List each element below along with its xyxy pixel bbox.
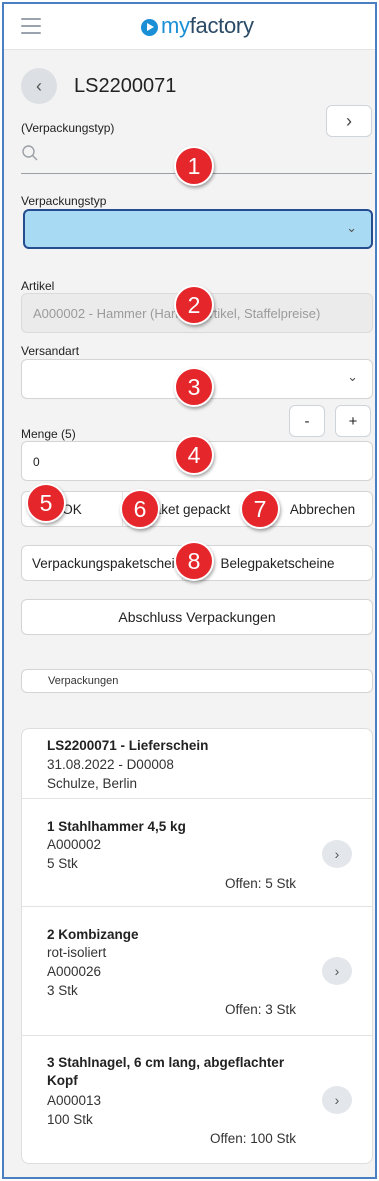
item-quantity: 5 Stk — [47, 856, 78, 871]
item-open: Offen: 5 Stk — [224, 876, 296, 891]
document-header: LS2200071 - Lieferschein 31.08.2022 - D0… — [22, 729, 372, 799]
list-item[interactable]: 3 Stahlnagel, 6 cm lang, abgeflachter Ko… — [22, 1036, 372, 1163]
callout-marker-2: 2 — [174, 285, 214, 325]
callout-marker-3: 3 — [174, 367, 214, 407]
logo-text: myfactory — [161, 13, 254, 38]
top-bar: myfactory — [4, 4, 375, 50]
item-title: 3 Stahlnagel, 6 cm lang, abgeflachter Ko… — [47, 1055, 285, 1088]
list-item[interactable]: 1 Stahlhammer 4,5 kg A000002 5 Stk Offen… — [22, 799, 372, 907]
app-logo: myfactory — [141, 13, 254, 39]
item-quantity: 3 Stk — [47, 983, 78, 998]
callout-marker-5: 5 — [26, 483, 66, 523]
quantity-label: Menge (5) — [21, 427, 76, 441]
article-label: Artikel — [21, 279, 55, 293]
list-item[interactable]: 2 Kombizange rot-isoliert A000026 3 Stk … — [22, 907, 372, 1036]
play-icon — [141, 19, 158, 36]
item-open: Offen: 3 Stk — [224, 1002, 296, 1017]
search-icon — [22, 145, 38, 161]
chevron-left-icon: ‹ — [36, 75, 42, 96]
packaging-section-header[interactable]: Verpackungen — [21, 669, 373, 693]
callout-marker-8: 8 — [174, 541, 214, 581]
back-button[interactable]: ‹ — [21, 68, 57, 104]
chevron-right-icon[interactable]: › — [322, 957, 352, 985]
document-customer: Schulze, Berlin — [47, 776, 138, 791]
hamburger-icon[interactable] — [21, 18, 41, 34]
item-quantity: 100 Stk — [47, 1112, 93, 1127]
decrement-button[interactable]: - — [289, 405, 325, 437]
callout-marker-1: 1 — [174, 146, 214, 186]
item-open: Offen: 100 Stk — [209, 1131, 296, 1146]
item-title: 2 Kombizange — [47, 927, 139, 942]
item-title: 1 Stahlhammer 4,5 kg — [47, 819, 186, 834]
chevron-right-icon[interactable]: › — [322, 840, 352, 868]
document-date: 31.08.2022 - D00008 — [47, 757, 174, 772]
item-article: A000013 — [47, 1093, 102, 1108]
shipping-label: Versandart — [21, 344, 80, 358]
chevron-right-icon[interactable]: › — [322, 1086, 352, 1114]
callout-marker-7: 7 — [240, 489, 280, 529]
action-button-group: OK Paket gepackt Abbrechen — [21, 491, 373, 527]
item-variant: rot-isoliert — [47, 945, 107, 960]
packaging-type-select[interactable]: ⌄ — [23, 209, 373, 249]
app-frame: myfactory ‹ LS2200071 › (Verpackungstyp)… — [2, 2, 377, 1179]
callout-marker-6: 6 — [120, 489, 160, 529]
increment-button[interactable]: + — [335, 405, 371, 437]
finish-packaging-button[interactable]: Abschluss Verpackungen — [21, 599, 373, 635]
chevron-right-icon: › — [346, 110, 352, 131]
chevron-down-icon: ⌄ — [347, 369, 358, 384]
packaging-slips-button[interactable]: Verpackungspaketscheine — [22, 546, 182, 580]
callout-marker-4: 4 — [174, 435, 214, 475]
search-label: (Verpackungstyp) — [21, 121, 115, 135]
item-article: A000002 — [47, 837, 102, 852]
chevron-down-icon: ⌄ — [346, 220, 357, 235]
next-button[interactable]: › — [326, 105, 372, 137]
delivery-card: LS2200071 - Lieferschein 31.08.2022 - D0… — [21, 728, 373, 1164]
item-article: A000026 — [47, 964, 102, 979]
document-title: LS2200071 - Lieferschein — [47, 738, 209, 753]
page-title: LS2200071 — [74, 75, 177, 97]
packaging-type-label: Verpackungstyp — [21, 194, 107, 208]
